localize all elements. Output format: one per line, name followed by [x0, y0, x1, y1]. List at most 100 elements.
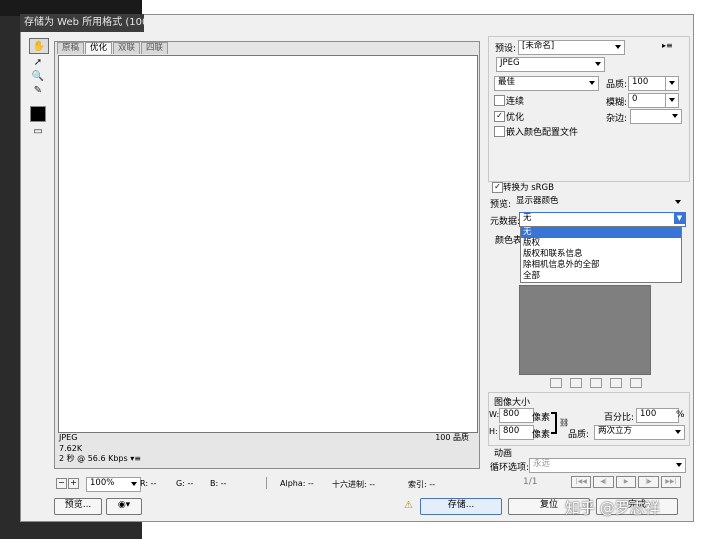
delete-color-icon[interactable] [610, 378, 622, 388]
info-time-text: 2 秒 @ 56.6 Kbps [59, 454, 128, 463]
alpha-value: Alpha: -- [280, 479, 314, 488]
menu-arrow-icon[interactable]: ▾≡ [130, 454, 141, 463]
image-info: JPEG 7.62K 2 秒 @ 56.6 Kbps ▾≡ 100 品质 [59, 433, 477, 467]
slice-select-tool-icon[interactable]: ➚ [29, 55, 47, 69]
chain-link-icon[interactable]: ⛓ [559, 418, 569, 427]
first-frame-icon[interactable]: |◀◀ [571, 476, 592, 488]
r-value: R: -- [140, 479, 157, 488]
tab-4-up[interactable]: 四联 [141, 42, 169, 54]
watermark: 知乎 @罗志祥 [565, 499, 660, 517]
embed-profile-checkbox[interactable] [494, 126, 505, 137]
metadata-select[interactable]: 无 ▼ [519, 212, 686, 227]
constrain-proportions-bracket [551, 412, 557, 434]
progressive-label: 连续 [506, 97, 525, 107]
info-time: 2 秒 @ 56.6 Kbps ▾≡ [59, 454, 477, 465]
embed-profile-label: 嵌入颜色配置文件 [506, 128, 579, 138]
last-frame-icon[interactable]: ▶▶| [660, 476, 682, 488]
menu-item-all[interactable]: 全部 [521, 271, 681, 282]
menu-item-copyright-contact[interactable]: 版权和联系信息 [521, 249, 681, 260]
progressive-checkbox[interactable] [494, 95, 505, 106]
animation-controls: |◀◀ ◀| ▶ |▶ ▶▶| [571, 476, 682, 488]
index-value: 索引: -- [408, 480, 436, 489]
trash-icon[interactable] [630, 378, 642, 388]
width-unit: 像素 [532, 413, 551, 423]
metadata-label: 元数据: [490, 217, 521, 227]
hand-tool-icon[interactable]: ✋ [29, 38, 49, 54]
web-snap-icon[interactable] [550, 378, 562, 388]
browser-icon: ◉▾ [117, 500, 131, 510]
format-select[interactable]: JPEG [496, 57, 605, 72]
toolbox: ✋ ➚ 🔍 ✎ ▭ [26, 38, 50, 142]
preview-mode-select[interactable]: 显示器颜色 [512, 195, 685, 210]
image-size-title: 图像大小 [494, 398, 531, 408]
new-color-icon[interactable] [590, 378, 602, 388]
resample-quality-select[interactable]: 两次立方 [594, 425, 685, 440]
percent-input[interactable]: 100 [636, 408, 679, 423]
save-button[interactable]: 存储... [420, 498, 502, 515]
tab-optimized[interactable]: 优化 [85, 42, 113, 54]
loop-options-label: 循环选项: [490, 463, 530, 473]
frame-counter: 1/1 [523, 477, 538, 487]
zoom-tool-icon[interactable]: 🔍 [29, 69, 47, 83]
toggle-slices-icon[interactable]: ▭ [29, 124, 47, 138]
lock-color-icon[interactable] [570, 378, 582, 388]
status-bar: − + 100% R: -- G: -- B: -- Alpha: -- 十六进… [56, 477, 486, 492]
loop-options-select[interactable]: 永远 [529, 458, 686, 473]
matte-select[interactable] [630, 109, 682, 124]
play-icon[interactable]: ▶ [615, 476, 637, 488]
eyedropper-color-swatch[interactable] [30, 106, 46, 122]
menu-item-none[interactable]: 无 [521, 227, 681, 238]
width-label: W: [489, 410, 500, 419]
zoom-select[interactable]: 100% [86, 477, 141, 492]
preview-mode-label: 预览: [490, 200, 512, 210]
convert-srgb-checkbox[interactable]: ✓ [492, 182, 503, 193]
preset-label: 预设: [495, 44, 517, 54]
width-input[interactable]: 800 [499, 408, 534, 423]
tab-2-up[interactable]: 双联 [113, 42, 141, 54]
metadata-value: 无 [523, 213, 532, 223]
convert-srgb-label: 转换为 sRGB [503, 183, 554, 193]
height-unit: 像素 [532, 430, 551, 440]
quality-label: 品质: [606, 80, 628, 90]
blur-label: 模糊: [606, 98, 628, 108]
height-label: H: [489, 427, 498, 436]
view-tabs: 原稿 优化 双联 四联 [57, 42, 169, 54]
metadata-dropdown-menu: 无 版权 版权和联系信息 除相机信息外的全部 全部 [520, 226, 682, 283]
preview-button[interactable]: 预览... [54, 498, 102, 515]
eyedropper-tool-icon[interactable]: ✎ [29, 83, 47, 97]
resample-quality-label: 品质: [568, 430, 590, 440]
percent-label: 百分比: [604, 413, 635, 423]
info-quality: 100 品质 [435, 433, 469, 442]
quality-level-select[interactable]: 最佳 [494, 76, 599, 91]
next-frame-icon[interactable]: |▶ [638, 476, 659, 488]
status-divider [266, 477, 267, 489]
g-value: G: -- [176, 479, 194, 488]
height-input[interactable]: 800 [499, 425, 534, 440]
optimized-checkbox[interactable]: ✓ [494, 111, 505, 122]
optimized-label: 优化 [506, 113, 525, 123]
preview-area: 原稿 优化 双联 四联 JPEG 7.62K 2 秒 @ 56.6 Kbps ▾… [54, 41, 480, 469]
dropdown-arrow-icon[interactable]: ▼ [674, 213, 685, 224]
tab-original[interactable]: 原稿 [57, 42, 85, 54]
b-value: B: -- [210, 479, 227, 488]
color-table-area [519, 285, 651, 375]
menu-item-all-except-camera[interactable]: 除相机信息外的全部 [521, 260, 681, 271]
zoom-in-icon[interactable]: + [68, 478, 79, 489]
preset-select[interactable]: [未命名] [518, 40, 625, 55]
percent-unit: % [676, 410, 685, 420]
matte-label: 杂边: [606, 114, 628, 124]
image-preview[interactable] [58, 55, 478, 433]
blur-slider-button[interactable] [665, 93, 679, 108]
info-format: JPEG [59, 433, 78, 442]
hex-value: 十六进制: -- [332, 480, 376, 489]
animation-title: 动画 [494, 449, 513, 459]
panel-menu-icon[interactable]: ▸≡ [662, 41, 673, 50]
warning-icon: ⚠ [404, 500, 413, 511]
browser-select-button[interactable]: ◉▾ [106, 498, 142, 515]
menu-item-copyright[interactable]: 版权 [521, 238, 681, 249]
previous-frame-icon[interactable]: ◀| [593, 476, 614, 488]
color-table-label: 颜色表 [495, 236, 523, 246]
zoom-out-icon[interactable]: − [56, 478, 67, 489]
quality-slider-button[interactable] [665, 76, 679, 91]
window-title: 存储为 Web 所用格式 (100%) [20, 14, 144, 32]
